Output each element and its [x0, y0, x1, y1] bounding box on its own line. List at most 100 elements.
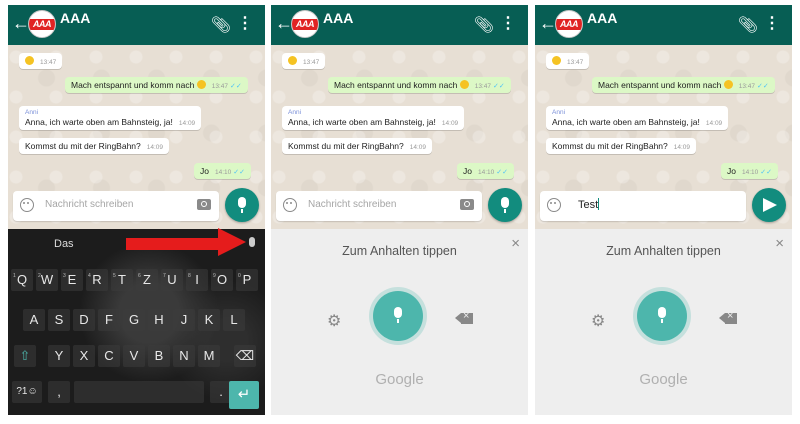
- message-time: 14:09: [441, 120, 459, 127]
- emoji-icon[interactable]: [20, 198, 34, 212]
- more-vert-icon[interactable]: ⋮: [500, 13, 516, 33]
- key[interactable]: A: [23, 309, 45, 331]
- key[interactable]: 5T: [111, 269, 133, 291]
- gear-icon[interactable]: ⚙: [591, 311, 605, 331]
- backspace-key[interactable]: ⌫: [234, 345, 256, 367]
- message-input[interactable]: Nachricht schreiben: [13, 191, 219, 221]
- message-bubble[interactable]: Mach entspannt und komm nach 13:47 ✓✓: [328, 77, 511, 93]
- keyboard-mic-icon[interactable]: [249, 237, 255, 247]
- send-icon: [763, 198, 777, 212]
- key[interactable]: V: [123, 345, 145, 367]
- google-logo: Google: [375, 371, 424, 388]
- shift-key[interactable]: ⇧: [14, 345, 36, 367]
- message-time: 14:09: [146, 144, 164, 151]
- more-vert-icon[interactable]: ⋮: [237, 13, 253, 33]
- backspace-icon[interactable]: [719, 310, 737, 324]
- message-bubble[interactable]: Mach entspannt und komm nach 13:47 ✓✓: [592, 77, 775, 93]
- paperclip-icon[interactable]: 📎︎: [738, 15, 758, 35]
- comma-key[interactable]: ,: [48, 381, 70, 403]
- typed-text: Test: [578, 199, 599, 211]
- keyboard-row: ⇧ Y X C V B N M ⌫: [8, 345, 265, 367]
- key[interactable]: 0P: [236, 269, 258, 291]
- suggestion-word[interactable]: Das: [54, 238, 74, 250]
- paperclip-icon[interactable]: 📎︎: [474, 15, 494, 35]
- paperclip-icon[interactable]: 📎︎: [211, 15, 231, 35]
- message-text: Anna, ich warte oben am Bahnsteig, ja!: [25, 117, 173, 127]
- enter-key[interactable]: ↵: [229, 381, 259, 409]
- key[interactable]: S: [48, 309, 70, 331]
- message-text: Jo: [200, 166, 209, 176]
- screen-voice-result: ← AAA AAA 📎︎ ⋮ 13:47 Mach entspannt und …: [535, 5, 792, 415]
- emoji-icon[interactable]: [547, 198, 561, 212]
- message-bubble[interactable]: Jo 14:10 ✓✓: [457, 163, 514, 179]
- key[interactable]: 2W: [36, 269, 58, 291]
- key[interactable]: D: [73, 309, 95, 331]
- message-time: 14:10: [741, 169, 759, 176]
- send-button[interactable]: [752, 188, 786, 222]
- key[interactable]: 8I: [186, 269, 208, 291]
- message-bubble[interactable]: Kommst du mit der RingBahn? 14:09: [282, 138, 433, 154]
- key[interactable]: X: [73, 345, 95, 367]
- key[interactable]: M: [198, 345, 220, 367]
- message-input[interactable]: Test: [540, 191, 746, 221]
- message-placeholder: Nachricht schreiben: [308, 199, 397, 210]
- emoji-icon[interactable]: [283, 198, 297, 212]
- chat-title[interactable]: AAA: [587, 10, 617, 26]
- grinning-face-icon: [25, 56, 34, 65]
- key[interactable]: K: [198, 309, 220, 331]
- message-input[interactable]: Nachricht schreiben: [276, 191, 482, 221]
- message-bubble[interactable]: Jo 14:10 ✓✓: [721, 163, 778, 179]
- voice-mic-button[interactable]: [637, 291, 687, 341]
- key[interactable]: B: [148, 345, 170, 367]
- gear-icon[interactable]: ⚙: [327, 311, 341, 331]
- message-bubble[interactable]: Anni Anna, ich warte oben am Bahnsteig, j…: [19, 106, 202, 130]
- more-vert-icon[interactable]: ⋮: [764, 13, 780, 33]
- key[interactable]: J: [173, 309, 195, 331]
- message-time: 14:10: [214, 169, 232, 176]
- key[interactable]: 6Z: [136, 269, 158, 291]
- avatar-logo-text: AAA: [556, 19, 582, 30]
- grinning-face-icon: [288, 56, 297, 65]
- voice-record-button[interactable]: [488, 188, 522, 222]
- key[interactable]: G: [123, 309, 145, 331]
- key[interactable]: 4R: [86, 269, 108, 291]
- chat-title[interactable]: AAA: [323, 10, 353, 26]
- read-ticks-icon: ✓✓: [492, 83, 505, 90]
- key[interactable]: Y: [48, 345, 70, 367]
- space-key[interactable]: [74, 381, 204, 403]
- message-bubble[interactable]: Jo 14:10 ✓✓: [194, 163, 251, 179]
- message-bubble[interactable]: Anni Anna, ich warte oben am Bahnsteig, j…: [282, 106, 465, 130]
- key[interactable]: 7U: [161, 269, 183, 291]
- message-bubble[interactable]: 13:47: [19, 53, 63, 69]
- message-bubble[interactable]: Anni Anna, ich warte oben am Bahnsteig, j…: [546, 106, 729, 130]
- voice-record-button[interactable]: [225, 188, 259, 222]
- key[interactable]: C: [98, 345, 120, 367]
- message-bubble[interactable]: Kommst du mit der RingBahn? 14:09: [546, 138, 697, 154]
- message-bubble[interactable]: Kommst du mit der RingBahn? 14:09: [19, 138, 170, 154]
- message-bubble[interactable]: 13:47: [282, 53, 326, 69]
- chat-title[interactable]: AAA: [60, 10, 90, 26]
- read-ticks-icon: ✓✓: [229, 83, 242, 90]
- key[interactable]: 9O: [211, 269, 233, 291]
- camera-icon[interactable]: [460, 199, 474, 210]
- camera-icon[interactable]: [197, 199, 211, 210]
- message-text: Kommst du mit der RingBahn?: [288, 141, 404, 151]
- key[interactable]: F: [98, 309, 120, 331]
- key[interactable]: N: [173, 345, 195, 367]
- app-bar: ← AAA AAA 📎︎ ⋮: [8, 5, 265, 45]
- avatar[interactable]: AAA: [555, 10, 583, 38]
- avatar[interactable]: AAA: [28, 10, 56, 38]
- message-bubble[interactable]: 13:47: [546, 53, 590, 69]
- voice-mic-button[interactable]: [373, 291, 423, 341]
- key[interactable]: 1Q: [11, 269, 33, 291]
- message-time: 13:47: [211, 83, 228, 90]
- key[interactable]: L: [223, 309, 245, 331]
- key[interactable]: 3E: [61, 269, 83, 291]
- message-text: Kommst du mit der RingBahn?: [25, 141, 141, 151]
- avatar[interactable]: AAA: [291, 10, 319, 38]
- symbols-key[interactable]: ?1☺: [12, 381, 42, 403]
- message-bubble[interactable]: Mach entspannt und komm nach 13:47 ✓✓: [65, 77, 248, 93]
- key[interactable]: H: [148, 309, 170, 331]
- message-sender: Anni: [288, 109, 302, 116]
- backspace-icon[interactable]: [455, 310, 473, 324]
